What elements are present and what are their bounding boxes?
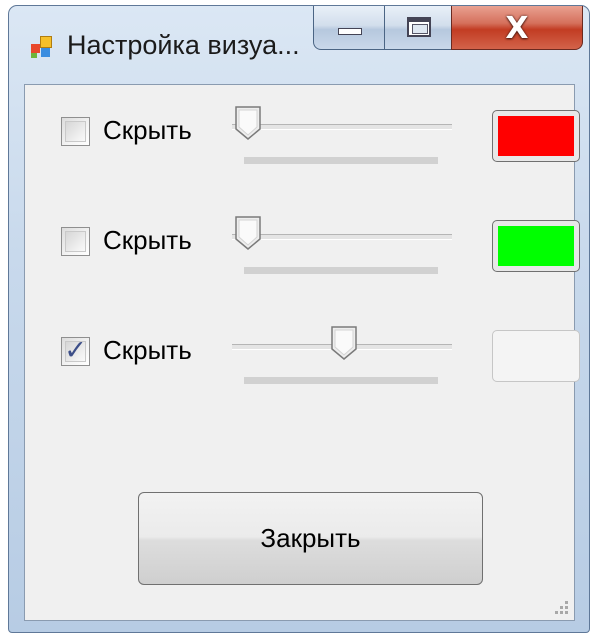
hide-checkbox-label[interactable]: Скрыть [103, 225, 192, 256]
slider-track[interactable] [232, 234, 452, 240]
close-window-button[interactable]: X [451, 6, 583, 50]
close-button[interactable]: Закрыть [138, 492, 483, 585]
setting-row-1: Скрыть [25, 85, 580, 164]
slider-tick-bar [244, 157, 438, 164]
color-swatch-button[interactable] [492, 220, 580, 272]
setting-row-3: ✓ Скрыть [25, 305, 580, 384]
slider-thumb[interactable] [234, 215, 262, 251]
color-swatch-button[interactable] [492, 110, 580, 162]
slider[interactable] [220, 325, 466, 385]
slider-track[interactable] [232, 124, 452, 130]
hide-checkbox-label[interactable]: Скрыть [103, 335, 192, 366]
slider-tick-bar [244, 377, 438, 384]
window-title: Настройка визуа... [67, 30, 300, 60]
slider[interactable] [220, 215, 466, 275]
minimize-icon [338, 28, 362, 35]
slider[interactable] [220, 105, 466, 165]
checkmark-icon: ✓ [64, 335, 87, 366]
dialog-window: Настройка визуа... X Скрыть Скрыть ✓ Скр… [8, 5, 590, 633]
client-area: Скрыть Скрыть ✓ Скрыть Закрыть [24, 84, 580, 621]
maximize-button[interactable] [384, 6, 452, 50]
slider-thumb[interactable] [330, 325, 358, 361]
slider-thumb[interactable] [234, 105, 262, 141]
hide-checkbox[interactable]: ✓ [61, 335, 90, 366]
color-swatch-button[interactable] [492, 330, 580, 382]
resize-grip-icon[interactable] [552, 598, 568, 614]
slider-tick-bar [244, 267, 438, 274]
minimize-button[interactable] [313, 6, 385, 50]
caption-buttons: X [313, 6, 583, 50]
setting-row-2: Скрыть [25, 195, 580, 274]
hide-checkbox[interactable] [61, 227, 90, 256]
hide-checkbox[interactable] [61, 117, 90, 146]
close-icon: X [505, 11, 529, 46]
title-bar[interactable]: Настройка визуа... X [9, 6, 589, 84]
hide-checkbox-label[interactable]: Скрыть [103, 115, 192, 146]
maximize-icon [407, 17, 431, 37]
app-icon[interactable] [31, 36, 53, 58]
